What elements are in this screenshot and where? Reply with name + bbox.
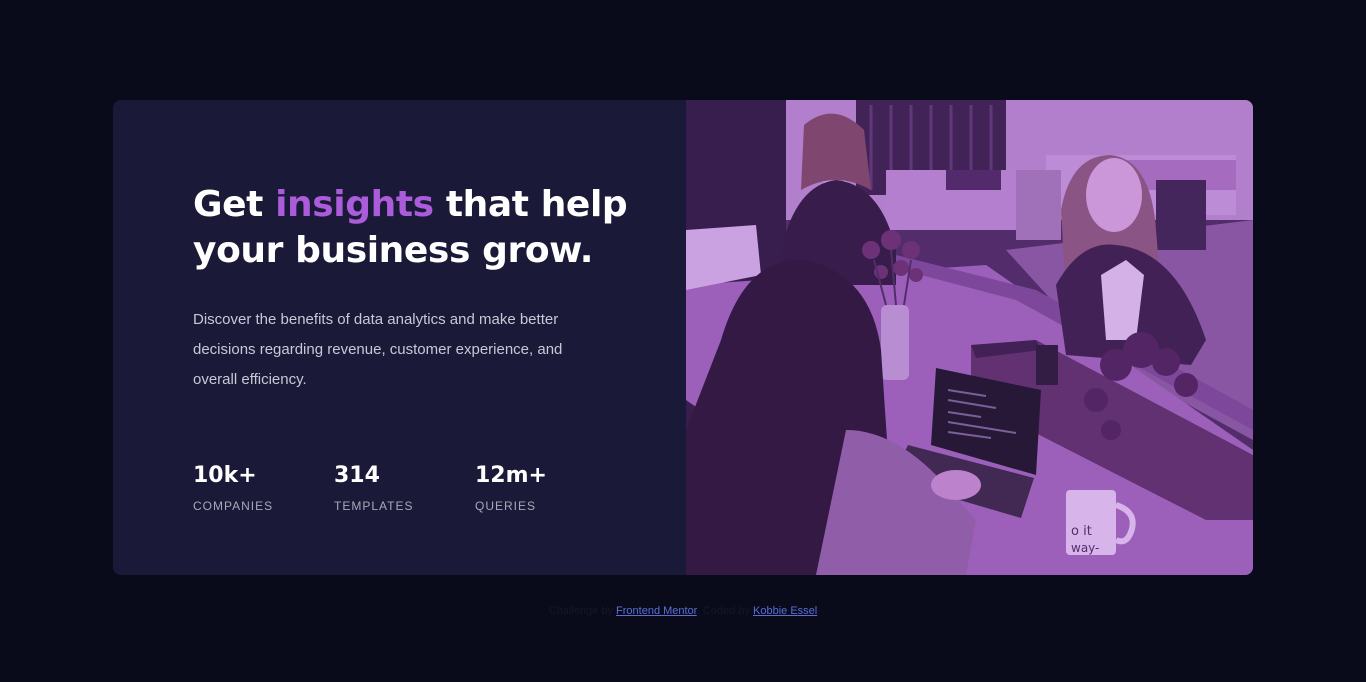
stats-row: 10k+ COMPANIES 314 TEMPLATES 12m+ QUERIE…	[193, 462, 616, 513]
headline-prefix: Get	[193, 184, 276, 225]
challenge-prefix: Challenge by	[548, 605, 617, 617]
stat-label: QUERIES	[475, 499, 537, 513]
hero-image: o it way-	[686, 100, 1253, 575]
description: Discover the benefits of data analytics …	[193, 311, 563, 388]
attribution-footer: Challenge by Frontend Mentor. Coded by K…	[0, 605, 1366, 617]
frontend-mentor-link[interactable]: Frontend Mentor	[616, 605, 697, 617]
stat-value: 314	[334, 463, 380, 488]
headline: Get insights that help your business gro…	[193, 182, 633, 274]
stat-label: COMPANIES	[193, 499, 274, 513]
coded-prefix: . Coded by	[696, 605, 754, 617]
headline-accent: insights	[275, 184, 434, 225]
card-text-panel: Get insights that help your business gro…	[113, 100, 686, 575]
author-link[interactable]: Kobbie Essel	[753, 605, 817, 617]
stat-templates: 314 TEMPLATES	[334, 462, 475, 513]
stat-companies: 10k+ COMPANIES	[193, 462, 334, 513]
stat-queries: 12m+ QUERIES	[475, 462, 616, 513]
stat-value: 10k+	[193, 463, 257, 488]
stat-value: 12m+	[475, 463, 547, 488]
stat-label: TEMPLATES	[334, 499, 414, 513]
stats-preview-card: Get insights that help your business gro…	[113, 100, 1253, 575]
office-photo-illustration: o it way-	[686, 100, 1253, 575]
